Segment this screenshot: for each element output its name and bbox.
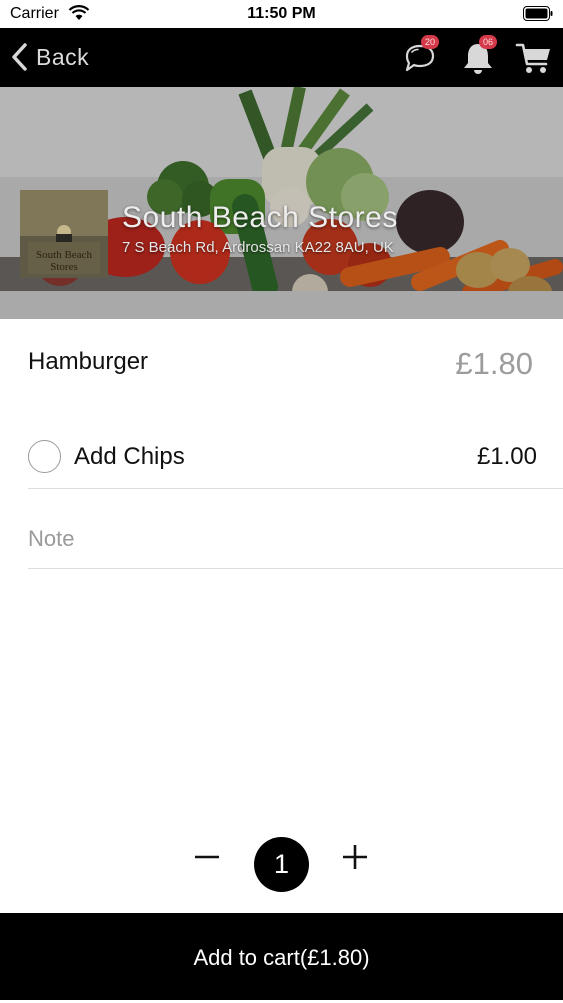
logo-line-2: Stores: [50, 261, 78, 273]
notifications-button[interactable]: 06: [459, 35, 497, 76]
note-field: [28, 510, 563, 569]
back-label: Back: [36, 43, 90, 70]
plus-icon: [343, 845, 367, 869]
chat-button[interactable]: 20: [401, 35, 439, 76]
cart-icon: [515, 43, 550, 73]
cart-button[interactable]: [515, 40, 553, 76]
note-input[interactable]: [28, 526, 528, 552]
store-banner: South Beach Stores South Beach Stores 7 …: [0, 87, 563, 319]
option-price: £1.00: [476, 443, 537, 470]
store-logo-image: South Beach Stores: [20, 190, 108, 278]
add-to-cart-label: Add to cart(£1.80): [193, 945, 370, 970]
chat-badge: 20: [421, 35, 439, 49]
store-name: South Beach Stores: [122, 201, 398, 234]
product-name: Hamburger: [28, 348, 149, 375]
notification-badge: 06: [479, 35, 497, 49]
add-to-cart-button[interactable]: Add to cart(£1.80): [0, 913, 563, 1000]
logo-line-1: South Beach: [36, 249, 92, 261]
option-radio[interactable]: [28, 440, 61, 473]
status-bar: Carrier 11:50 PM: [0, 0, 563, 28]
store-logo: South Beach Stores: [20, 190, 108, 278]
minus-icon: [195, 855, 219, 859]
product-price: £1.80: [455, 346, 533, 381]
quantity-decrease-button[interactable]: [192, 842, 222, 872]
chevron-left-icon: [12, 43, 27, 71]
option-add-chips[interactable]: Add Chips £1.00: [28, 428, 563, 489]
nav-bar: Back 20 06: [0, 28, 563, 87]
back-button[interactable]: Back: [10, 40, 89, 74]
quantity-increase-button[interactable]: [340, 842, 370, 872]
status-time: 11:50 PM: [247, 5, 316, 22]
battery-icon: [523, 6, 553, 21]
quantity-value: 1: [254, 837, 309, 892]
store-address: 7 S Beach Rd, Ardrossan KA22 8AU, UK: [122, 239, 394, 256]
option-label: Add Chips: [74, 443, 185, 470]
